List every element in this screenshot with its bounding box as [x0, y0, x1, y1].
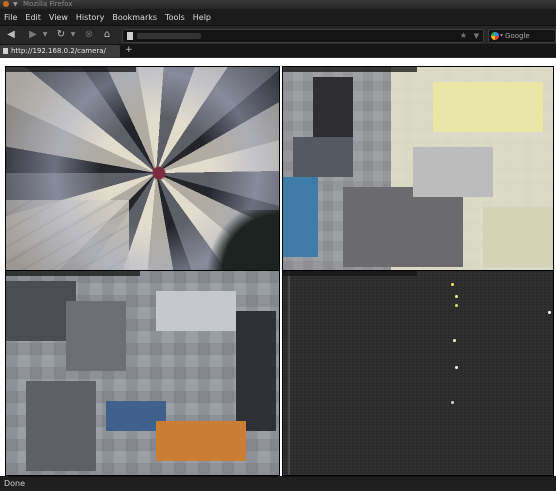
- window-titlebar: ▼ Mozilla Firefox: [0, 0, 556, 9]
- search-bar[interactable]: ▾ Google: [488, 29, 556, 43]
- new-tab-plus-icon[interactable]: +: [125, 44, 133, 57]
- status-bar: Done: [0, 476, 556, 491]
- camera-3-block: [26, 381, 96, 471]
- camera-2-dark-block: [313, 77, 353, 137]
- camera-4-light: [455, 304, 458, 307]
- menu-bookmarks[interactable]: Bookmarks: [108, 13, 161, 22]
- menubar: File Edit View History Bookmarks Tools H…: [0, 9, 556, 25]
- url-dropdown-icon[interactable]: ▼: [474, 30, 479, 42]
- menu-view[interactable]: View: [45, 13, 72, 22]
- camera-4-light: [451, 401, 454, 404]
- stop-icon[interactable]: ⊗: [82, 28, 96, 42]
- window-menu-caret-icon[interactable]: ▼: [13, 0, 18, 9]
- url-bar[interactable]: ★ ▼: [122, 29, 484, 43]
- url-bar-text[interactable]: [137, 33, 201, 39]
- menu-file[interactable]: File: [0, 13, 21, 22]
- back-arrow-icon[interactable]: ◀: [4, 28, 18, 42]
- camera-3-dark-block: [236, 311, 276, 431]
- camera-2-pixelated-feed[interactable]: [282, 66, 554, 272]
- search-engine-dropdown-icon[interactable]: ▾: [500, 30, 503, 42]
- camera-1-dark-corner: [197, 209, 279, 271]
- search-input[interactable]: Google: [505, 30, 530, 42]
- menu-history[interactable]: History: [72, 13, 108, 22]
- camera-4-night-feed[interactable]: [282, 270, 554, 476]
- reload-dropdown-icon[interactable]: ▼: [70, 28, 76, 42]
- history-dropdown-icon[interactable]: ▼: [42, 28, 48, 42]
- tab-page-icon: [3, 48, 8, 54]
- camera-4-light: [451, 283, 454, 286]
- page-icon: [127, 32, 133, 40]
- camera-4-label-bar: [283, 271, 417, 276]
- tab-label: http://192.168.0.2/camera/: [11, 47, 106, 55]
- menu-edit[interactable]: Edit: [21, 13, 45, 22]
- tab-camera-page[interactable]: http://192.168.0.2/camera/: [0, 45, 120, 57]
- camera-2-block: [293, 137, 353, 177]
- camera-3-label-bar: [6, 271, 140, 276]
- forward-arrow-icon[interactable]: ▶: [26, 28, 40, 42]
- camera-3-orange-block: [156, 421, 246, 461]
- status-text: Done: [4, 479, 26, 488]
- camera-2-block: [483, 207, 553, 267]
- camera-2-block: [343, 187, 463, 267]
- reload-icon[interactable]: ↻: [54, 28, 68, 42]
- camera-4-light: [548, 311, 551, 314]
- window-title: Mozilla Firefox: [23, 0, 73, 8]
- camera-2-block: [413, 147, 493, 197]
- camera-4-light: [453, 339, 456, 342]
- camera-3-block: [66, 301, 126, 371]
- navigation-toolbar: ◀ ▶ ▼ ↻ ▼ ⊗ ⌂ ★ ▼ ▾ Google: [0, 25, 556, 45]
- menu-tools[interactable]: Tools: [161, 13, 189, 22]
- camera-2-label-bar: [283, 67, 417, 72]
- tab-strip: http://192.168.0.2/camera/ +: [0, 44, 556, 58]
- camera-4-light: [455, 366, 458, 369]
- firefox-app-icon[interactable]: [3, 1, 9, 7]
- camera-3-pixelated-feed[interactable]: [5, 270, 280, 476]
- home-icon[interactable]: ⌂: [100, 28, 114, 42]
- camera-2-yellow-block: [433, 82, 543, 132]
- bookmark-star-icon[interactable]: ★: [460, 30, 467, 42]
- camera-4-light: [455, 295, 458, 298]
- page-content: [0, 58, 556, 476]
- camera-3-block: [156, 291, 236, 331]
- camera-2-blue-block: [283, 177, 318, 257]
- camera-4-edge-line: [288, 271, 290, 475]
- camera-1-label-bar: [6, 67, 136, 72]
- google-icon[interactable]: [491, 32, 499, 40]
- camera-1-swirl-feed[interactable]: [5, 66, 280, 272]
- menu-help[interactable]: Help: [189, 13, 215, 22]
